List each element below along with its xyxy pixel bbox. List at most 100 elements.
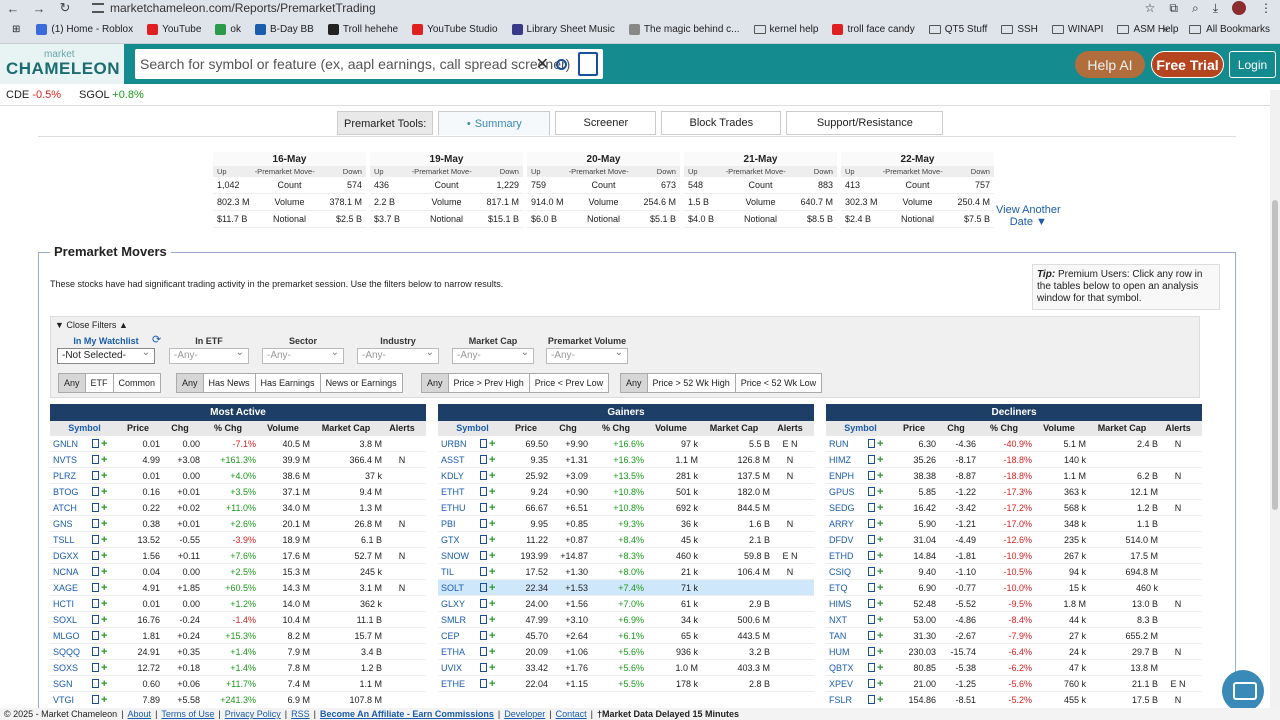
row-alerts[interactable]	[382, 612, 422, 627]
document-icon[interactable]	[92, 631, 99, 640]
row-symbol[interactable]: SGN	[50, 676, 92, 691]
industry-select[interactable]: -Any-	[357, 346, 439, 364]
bookmark-item[interactable]: WINAPI	[1051, 24, 1103, 35]
add-icon[interactable]: +	[489, 452, 495, 467]
add-icon[interactable]: +	[489, 660, 495, 675]
document-icon[interactable]	[480, 551, 487, 560]
add-icon[interactable]: +	[877, 692, 883, 706]
sector-select[interactable]: -Any-	[262, 346, 344, 364]
col-alerts[interactable]: Alerts	[770, 421, 810, 436]
add-icon[interactable]: +	[101, 516, 107, 531]
row-alerts[interactable]	[382, 644, 422, 659]
add-icon[interactable]: +	[489, 628, 495, 643]
table-row[interactable]: CSIQ +9.40 -1.10 -10.5% 94 k 694.8 M	[826, 564, 1202, 580]
row-alerts[interactable]	[382, 676, 422, 691]
add-icon[interactable]: +	[489, 484, 495, 499]
row-alerts[interactable]	[770, 644, 810, 659]
row-symbol[interactable]: GLXY	[438, 596, 480, 611]
row-symbol[interactable]: DFDV	[826, 532, 868, 547]
row-symbol[interactable]: CEP	[438, 628, 480, 643]
document-icon[interactable]	[92, 647, 99, 656]
row-symbol[interactable]: ETHD	[826, 548, 868, 563]
view-another-date-link[interactable]: View Another Date ▼	[996, 204, 1061, 228]
table-row[interactable]: ETHE +22.04 +1.15 +5.5% 178 k 2.8 B	[438, 676, 814, 692]
add-icon[interactable]: +	[101, 468, 107, 483]
row-symbol[interactable]: MLGO	[50, 628, 92, 643]
col-chg[interactable]: Chg	[548, 421, 588, 436]
table-row[interactable]: XPEV +21.00 -1.25 -5.6% 760 k 21.1 BE N	[826, 676, 1202, 692]
profile-avatar[interactable]	[1232, 1, 1246, 15]
add-icon[interactable]: +	[101, 548, 107, 563]
add-icon[interactable]: +	[489, 468, 495, 483]
col-price[interactable]: Price	[116, 421, 160, 436]
document-icon[interactable]	[92, 487, 99, 496]
table-row[interactable]: SOLT +22.34 +1.53 +7.4% 71 k	[438, 580, 814, 596]
add-icon[interactable]: +	[489, 580, 495, 595]
row-alerts[interactable]	[1158, 532, 1198, 547]
col-price[interactable]: Price	[892, 421, 936, 436]
add-icon[interactable]: +	[877, 484, 883, 499]
table-row[interactable]: ENPH +38.38 -8.87 -18.8% 1.1 M 6.2 BN	[826, 468, 1202, 484]
privacy-link[interactable]: Privacy Policy	[225, 709, 281, 719]
row-alerts[interactable]	[770, 676, 810, 691]
row-alerts[interactable]	[382, 564, 422, 579]
row-symbol[interactable]: SOXS	[50, 660, 92, 675]
filter-button[interactable]: Common	[114, 374, 161, 392]
row-symbol[interactable]: URBN	[438, 436, 480, 451]
refresh-icon[interactable]: ⟳	[152, 333, 161, 346]
document-icon[interactable]	[92, 695, 99, 704]
etf-select[interactable]: -Any-	[169, 346, 249, 364]
search-icon[interactable]	[556, 58, 567, 70]
row-symbol[interactable]: QBTX	[826, 660, 868, 675]
row-alerts[interactable]	[770, 628, 810, 643]
row-symbol[interactable]: GNS	[50, 516, 92, 531]
col-chg[interactable]: Chg	[936, 421, 976, 436]
affiliate-link[interactable]: Become An Affiliate - Earn Commissions	[320, 709, 494, 719]
row-symbol[interactable]: XPEV	[826, 676, 868, 691]
document-icon[interactable]	[480, 567, 487, 576]
row-symbol[interactable]: TSLL	[50, 532, 92, 547]
all-bookmarks[interactable]: All Bookmarks	[1189, 24, 1270, 35]
filter-button[interactable]: Any	[59, 374, 86, 392]
add-icon[interactable]: +	[101, 452, 107, 467]
document-icon[interactable]	[480, 647, 487, 656]
free-trial-button[interactable]: Free Trial	[1151, 51, 1224, 78]
watchlist-select[interactable]: -Not Selected-	[57, 346, 155, 364]
table-row[interactable]: TSLL +13.52 -0.55 -3.9% 18.9 M 6.1 B	[50, 532, 426, 548]
row-alerts[interactable]: N	[382, 580, 422, 595]
add-icon[interactable]: +	[101, 484, 107, 499]
add-icon[interactable]: +	[101, 660, 107, 675]
row-alerts[interactable]	[382, 628, 422, 643]
add-icon[interactable]: +	[101, 532, 107, 547]
document-icon[interactable]	[480, 487, 487, 496]
row-symbol[interactable]: PBI	[438, 516, 480, 531]
clear-icon[interactable]: ✕	[536, 54, 549, 74]
add-icon[interactable]: +	[877, 532, 883, 547]
row-alerts[interactable]	[770, 580, 810, 595]
document-icon[interactable]	[868, 503, 875, 512]
table-row[interactable]: SOXL +16.76 -0.24 -1.4% 10.4 M 11.1 B	[50, 612, 426, 628]
row-alerts[interactable]	[1158, 548, 1198, 563]
add-icon[interactable]: +	[877, 644, 883, 659]
bookmark-item[interactable]: kernel help	[753, 24, 818, 35]
rss-link[interactable]: RSS	[291, 709, 310, 719]
row-symbol[interactable]: NCNA	[50, 564, 92, 579]
document-icon[interactable]	[480, 455, 487, 464]
row-symbol[interactable]: ETHT	[438, 484, 480, 499]
bookmark-item[interactable]: QT5 Stuff	[928, 24, 987, 35]
row-alerts[interactable]: N	[1158, 436, 1198, 451]
col-alerts[interactable]: Alerts	[1158, 421, 1198, 436]
row-alerts[interactable]	[770, 500, 810, 515]
document-icon[interactable]	[868, 679, 875, 688]
table-row[interactable]: BTOG +0.16 +0.01 +3.5% 37.1 M 9.4 M	[50, 484, 426, 500]
add-icon[interactable]: +	[877, 548, 883, 563]
col-market-cap[interactable]: Market Cap	[310, 421, 382, 436]
row-symbol[interactable]: CSIQ	[826, 564, 868, 579]
document-icon[interactable]	[92, 599, 99, 608]
row-alerts[interactable]: N	[1158, 468, 1198, 483]
row-symbol[interactable]: SOLT	[438, 580, 480, 595]
col-market-cap[interactable]: Market Cap	[698, 421, 770, 436]
add-icon[interactable]: +	[101, 436, 107, 451]
row-symbol[interactable]: KDLY	[438, 468, 480, 483]
premarket-volume-select[interactable]: -Any-	[546, 346, 628, 364]
